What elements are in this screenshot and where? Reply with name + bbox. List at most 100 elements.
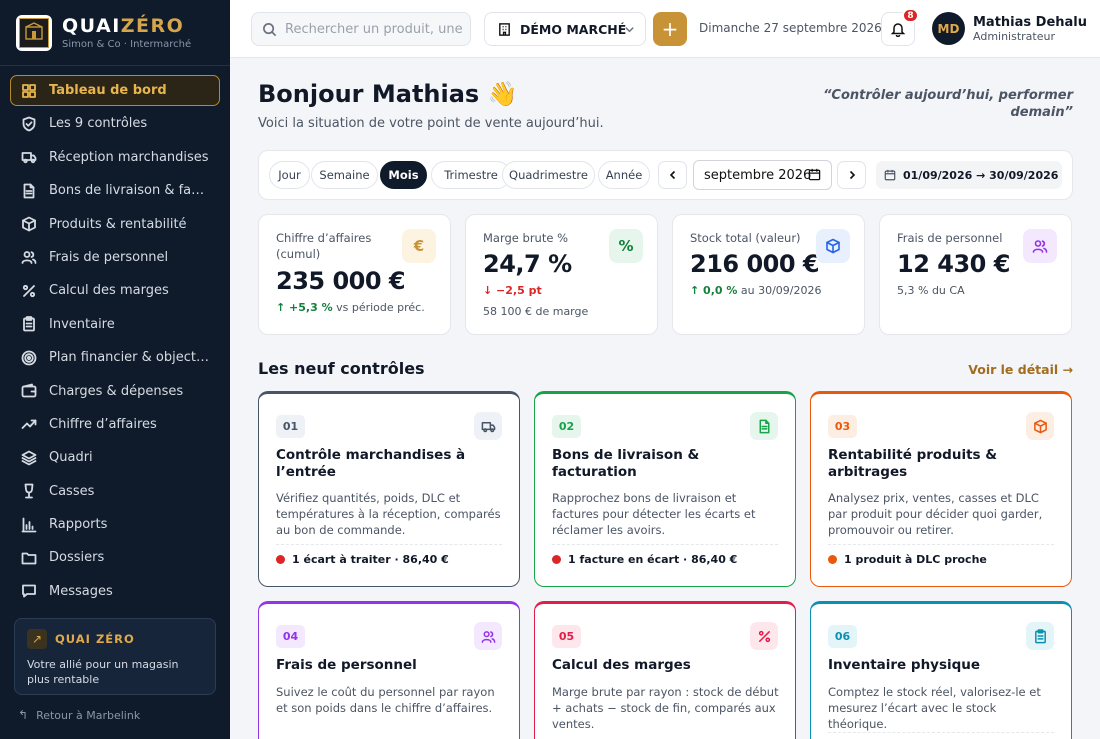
kpi-trend: ↓ −2,5 pt [483,284,542,297]
kpi-subline: ↑ +5,3 % vs période préc. [276,301,433,314]
back-link[interactable]: ↰ Retour à Marbelink [18,708,140,722]
box-icon [816,229,850,263]
sidebar-item-charges-depenses[interactable]: Charges & dépenses [10,376,220,407]
date-range-text: 01/09/2026 → 30/09/2026 [903,168,1059,182]
sidebar-item-chiffre-d-affaires[interactable]: Chiffre d’affaires [10,409,220,440]
sidebar-item-les-9-controles[interactable]: Les 9 contrôles [10,108,220,139]
shield-check-icon [21,116,37,132]
sidebar-item-calcul-des-marges[interactable]: Calcul des marges [10,275,220,306]
bell-icon [890,23,906,37]
control-status: 1 facture en écart · 86,40 € [552,544,778,566]
chevron-down-icon [624,23,635,38]
sidebar-item-inventaire[interactable]: Inventaire [10,309,220,340]
status-dot [828,555,837,564]
message-icon [21,583,37,599]
view-details-link[interactable]: Voir le détail → [968,362,1073,377]
sidebar-nav: Tableau de bord Les 9 contrôles Réception … [0,66,230,607]
control-title: Inventaire physique [828,657,981,673]
previous-period-button[interactable] [658,161,687,189]
user-role: Administrateur [973,30,1055,43]
euro-icon: € [402,229,436,263]
period-tab-quadrimestre[interactable]: Quadrimestre [502,161,595,189]
controls-section-title: Les neuf contrôles [258,359,425,378]
period-tab-jour[interactable]: Jour [269,161,310,189]
period-tab-annee[interactable]: Année [598,161,650,189]
sidebar-item-label: Chiffre d’affaires [49,416,157,432]
kpi-trend: ↑ +5,3 % [276,301,333,314]
sidebar-item-dossiers[interactable]: Dossiers [10,542,220,573]
kpi-value: 235 000 € [276,267,406,295]
brand[interactable]: QUAIZÉRO Simon & Co · Intermarché [0,0,230,66]
brand-name: QUAIZÉRO [62,15,185,37]
control-card-03[interactable]: 03 Rentabilité produits & arbitrages Analy… [810,391,1072,587]
control-description: Marge brute par rayon : stock de début +… [552,685,779,731]
calendar-icon [884,169,896,181]
kpi-label: Marge brute % [483,231,569,245]
target-icon [21,350,37,366]
period-tab-semaine[interactable]: Semaine [311,161,378,189]
sidebar-item-produits-rentabilite[interactable]: Produits & rentabilité [10,209,220,240]
sidebar-item-frais-de-personnel[interactable]: Frais de personnel [10,242,220,273]
notification-badge: 8 [902,8,919,23]
control-status-text: 1 facture en écart · 86,40 € [568,553,738,566]
sidebar-item-casses[interactable]: Casses [10,476,220,507]
control-description: Comptez le stock réel, valorisez-le et m… [828,685,1041,731]
control-status: Dernier le 01/09/2026 · écart [828,732,1054,739]
control-description: Rapprochez bons de livraison et factures… [552,491,756,537]
brand-subtitle: Simon & Co · Intermarché [62,39,192,50]
user-name: Mathias Dehalu [973,15,1088,30]
avatar[interactable]: MD [932,12,965,45]
truck-icon [21,149,37,165]
sidebar-item-reception-marchandises[interactable]: Réception marchandises [10,142,220,173]
add-button[interactable]: + [653,12,687,46]
page-title: Bonjour Mathias 👋 [258,80,518,108]
sidebar-item-plan-financier-objectifs[interactable]: Plan financier & objectifs [10,342,220,373]
control-title: Rentabilité produits & arbitrages [828,447,998,480]
glass-icon [21,483,37,499]
control-title: Bons de livraison & facturation [552,447,700,480]
control-card-05[interactable]: 05 Calcul des marges Marge brute par rayon… [534,601,796,739]
sidebar-item-bons-de-livraison-facturation[interactable]: Bons de livraison & facturation [10,175,220,206]
promo-text: Votre allié pour un magasin plus rentabl… [27,658,179,686]
control-description: Analysez prix, ventes, casses et DLC par… [828,491,1043,537]
control-card-04[interactable]: 04 Frais de personnel Suivez le coût du pe… [258,601,520,739]
period-tab-trimestre[interactable]: Trimestre [431,161,511,189]
back-link-label: Retour à Marbelink [36,708,141,722]
sidebar-item-messages[interactable]: Messages [10,576,220,607]
clipboard-icon [21,316,37,332]
control-card-06[interactable]: 06 Inventaire physique Comptez le stock ré… [810,601,1072,739]
store-selector[interactable]: DÉMO MARCHÉ [484,12,646,46]
calendar-icon [808,168,821,185]
trend-up-icon [21,416,37,432]
search-input[interactable]: Rechercher un produit, une [251,12,471,46]
sidebar-item-quadri[interactable]: Quadri [10,442,220,473]
percent-icon [21,283,37,299]
box-icon [21,216,37,232]
kpi-subline: ↑ 0,0 % au 30/09/2026 [690,284,847,297]
store-icon [499,22,510,36]
control-title: Frais de personnel [276,657,417,673]
control-number: 06 [828,625,857,648]
sidebar-item-tableau-de-bord[interactable]: Tableau de bord [10,75,220,106]
kpi-extra: 58 100 € de marge [483,305,589,318]
return-icon: ↰ [18,708,29,722]
sidebar-item-label: Plan financier & objectifs [49,350,209,366]
user-info[interactable]: Mathias Dehalu Administrateur [973,15,1087,43]
sidebar-item-rapports[interactable]: Rapports [10,509,220,540]
status-dot [552,555,561,564]
next-period-button[interactable] [837,161,866,189]
status-dot [276,555,285,564]
control-card-01[interactable]: 01 Contrôle marchandises à l’entrée Vérifi… [258,391,520,587]
arrow-up-right-icon: ↗ [27,629,47,649]
store-name: DÉMO MARCHÉ [520,21,627,37]
period-tab-mois[interactable]: Mois [380,161,427,189]
users-icon [21,249,37,265]
month-input[interactable]: septembre 2026 [693,160,832,190]
kpi-label: Frais de personnel [897,231,1003,245]
control-card-02[interactable]: 02 Bons de livraison & facturation Rapproc… [534,391,796,587]
kpi-trend: ↑ 0,0 % [690,284,738,297]
layers-icon [21,450,37,466]
box-icon [1026,412,1054,440]
kpi-trend-note: au 30/09/2026 [740,284,822,297]
control-status: 1 écart à traiter · 86,40 € [276,544,502,566]
